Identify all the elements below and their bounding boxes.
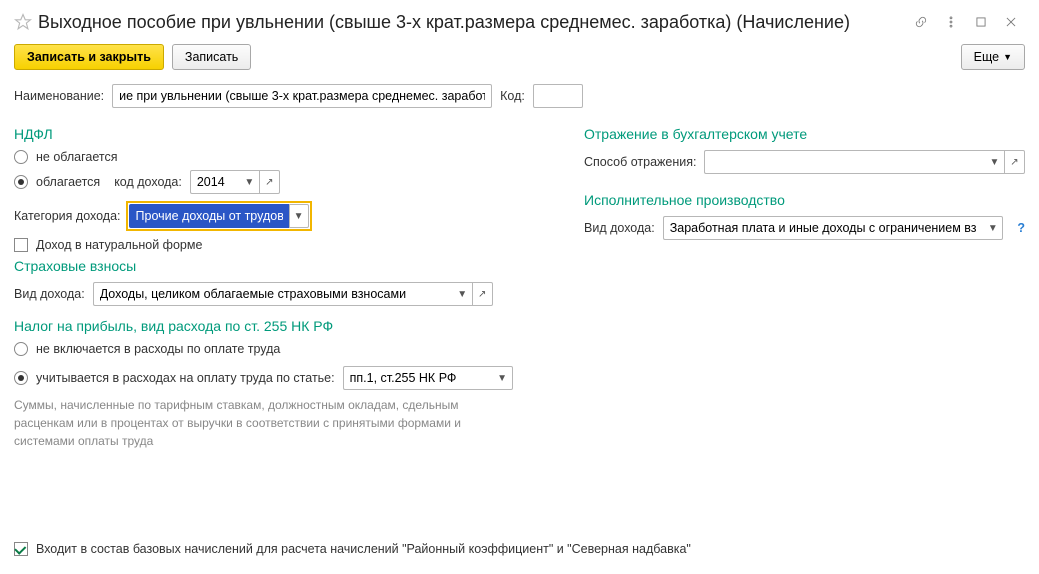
- profit-article-combo[interactable]: ▼: [343, 366, 513, 390]
- save-button[interactable]: Записать: [172, 44, 251, 70]
- close-icon[interactable]: [997, 10, 1025, 34]
- profit-included-label: учитывается в расходах на оплату труда п…: [36, 371, 335, 385]
- link-icon[interactable]: [907, 10, 935, 34]
- footer-row: Входит в состав базовых начислений для р…: [14, 542, 691, 556]
- window-titlebar: Выходное пособие при увльнении (свыше 3-…: [14, 10, 1025, 34]
- open-ref-icon[interactable]: ↗: [260, 170, 280, 194]
- chevron-down-icon[interactable]: ▼: [983, 216, 1003, 240]
- ndfl-section-title: НДФЛ: [14, 126, 554, 142]
- profit-article-input[interactable]: [343, 366, 493, 390]
- ndfl-taxed-label: облагается: [36, 175, 100, 189]
- code-input[interactable]: [533, 84, 583, 108]
- enforcement-kind-combo[interactable]: ▼: [663, 216, 1004, 240]
- name-label: Наименование:: [14, 89, 104, 103]
- open-ref-icon[interactable]: ↗: [1005, 150, 1025, 174]
- name-code-row: Наименование: Код:: [14, 84, 1025, 108]
- reflection-method-input[interactable]: [704, 150, 985, 174]
- base-accruals-label: Входит в состав базовых начислений для р…: [36, 542, 691, 556]
- income-code-input[interactable]: [190, 170, 240, 194]
- chevron-down-icon[interactable]: ▼: [985, 150, 1005, 174]
- window-title: Выходное пособие при увльнении (свыше 3-…: [38, 12, 850, 33]
- open-ref-icon[interactable]: ↗: [473, 282, 493, 306]
- favorite-star-icon[interactable]: [14, 13, 32, 31]
- profit-not-included-label: не включается в расходы по оплате труда: [36, 342, 280, 356]
- profit-not-included-radio[interactable]: [14, 342, 28, 356]
- ndfl-taxed-radio[interactable]: [14, 175, 28, 189]
- save-and-close-button[interactable]: Записать и закрыть: [14, 44, 164, 70]
- profit-tax-section-title: Налог на прибыль, вид расхода по ст. 255…: [14, 318, 554, 334]
- reflection-method-combo[interactable]: ▼ ↗: [704, 150, 1025, 174]
- reflection-method-label: Способ отражения:: [584, 155, 696, 169]
- chevron-down-icon[interactable]: ▼: [493, 366, 513, 390]
- natural-income-label: Доход в натуральной форме: [36, 238, 202, 252]
- natural-income-checkbox[interactable]: [14, 238, 28, 252]
- code-label: Код:: [500, 89, 525, 103]
- profit-included-radio[interactable]: [14, 371, 28, 385]
- ndfl-not-taxed-radio[interactable]: [14, 150, 28, 164]
- name-input[interactable]: [112, 84, 492, 108]
- chevron-down-icon[interactable]: ▼: [240, 170, 260, 194]
- ndfl-not-taxed-label: не облагается: [36, 150, 118, 164]
- more-button-label: Еще: [974, 50, 999, 64]
- help-icon[interactable]: ?: [1017, 221, 1025, 235]
- maximize-icon[interactable]: [967, 10, 995, 34]
- income-code-combo[interactable]: ▼ ↗: [190, 170, 280, 194]
- income-category-combo[interactable]: ▼: [129, 204, 309, 228]
- chevron-down-icon[interactable]: ▼: [453, 282, 473, 306]
- income-code-label: код дохода:: [114, 175, 182, 189]
- chevron-down-icon[interactable]: ▼: [289, 204, 309, 228]
- insurance-section-title: Страховые взносы: [14, 258, 554, 274]
- more-button[interactable]: Еще ▼: [961, 44, 1025, 70]
- insurance-kind-input[interactable]: [93, 282, 453, 306]
- profit-article-note: Суммы, начисленные по тарифным ставкам, …: [14, 396, 474, 450]
- income-category-input[interactable]: [129, 204, 289, 228]
- accounting-section-title: Отражение в бухгалтерском учете: [584, 126, 1025, 142]
- enforcement-section-title: Исполнительное производство: [584, 192, 1025, 208]
- chevron-down-icon: ▼: [1003, 52, 1012, 62]
- insurance-kind-combo[interactable]: ▼ ↗: [93, 282, 493, 306]
- insurance-kind-label: Вид дохода:: [14, 287, 85, 301]
- enforcement-kind-label: Вид дохода:: [584, 221, 655, 235]
- base-accruals-checkbox[interactable]: [14, 542, 28, 556]
- kebab-menu-icon[interactable]: [937, 10, 965, 34]
- income-category-label: Категория дохода:: [14, 209, 121, 223]
- toolbar: Записать и закрыть Записать Еще ▼: [14, 44, 1025, 70]
- enforcement-kind-input[interactable]: [663, 216, 984, 240]
